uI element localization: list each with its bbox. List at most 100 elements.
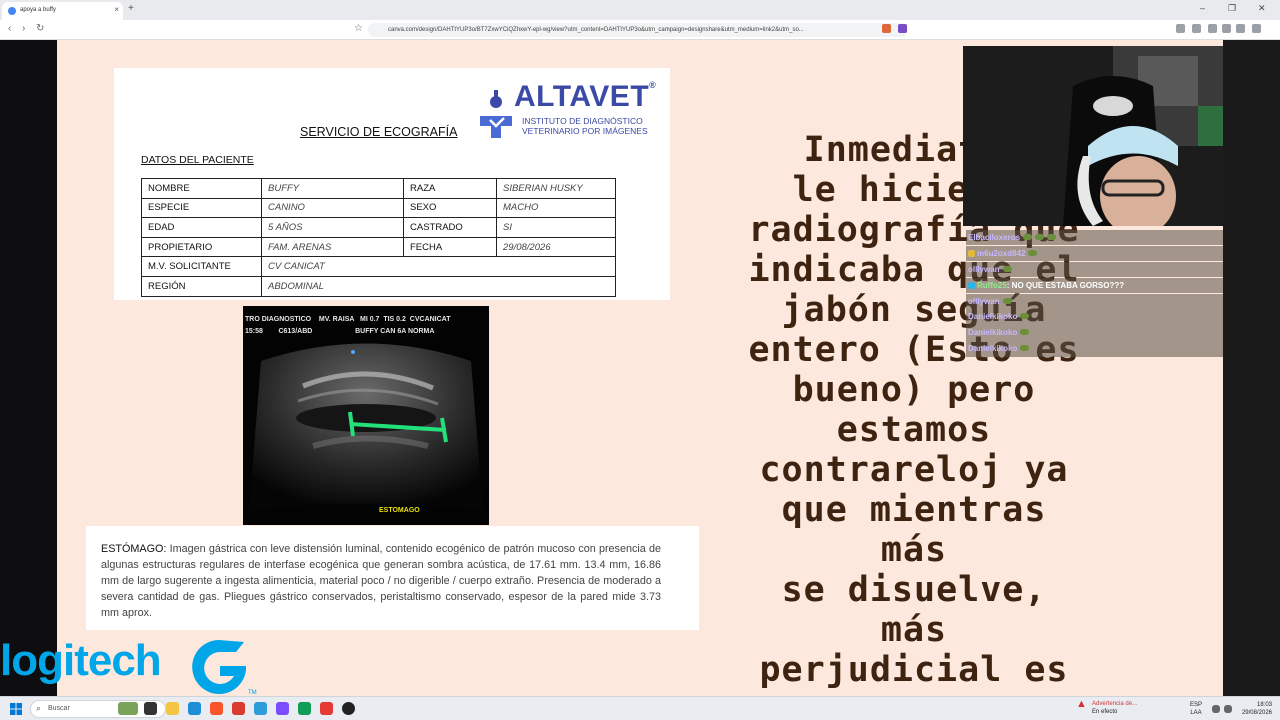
windows-start-icon[interactable] [10,703,22,715]
webcam-overlay [963,46,1223,226]
search-icon: ⌕ [36,703,42,713]
badge-icon [968,281,975,289]
chat-username: Danielkikoko [968,312,1018,322]
bookmark-icon[interactable]: ☆ [354,23,363,34]
table-row: NOMBRE BUFFY RAZA SIBERIAN HUSKY [141,178,616,199]
table-row: PROPIETARIO FAM. ARENAS FECHA 29/08/2026 [141,236,616,258]
description-heading: ESTÓMAGO: [101,543,167,555]
tab-apoya-a-buffy[interactable]: apoya a buffy × [2,2,123,20]
logo-subtitle: INSTITUTO DE DIAGNÓSTICO VETERINARIO POR… [522,116,648,136]
search-highlight-icon[interactable] [118,702,138,715]
big-text-line: contrareloj ya [759,450,1069,490]
ultrasound-organ-label: ESTOMAGO [379,507,420,514]
security-warning[interactable]: ▲ Advertencia de... En efecto [1076,698,1137,716]
new-tab-button[interactable]: + [128,3,134,14]
chat-message: Danielkikoko [966,341,1223,357]
chat-username: Danielkikoko [968,344,1018,354]
cell-value: FAM. ARENAS [261,236,404,258]
big-text-line: bueno) pero [792,370,1036,410]
browser-tab-bar: apoya a buffy × + – ❐ ✕ [0,0,1280,20]
emote-icon [1023,234,1033,240]
system-clock[interactable]: 18:03 29/08/2026 [1236,701,1272,717]
cell-value: CV CANICAT [261,256,616,277]
terminal-icon[interactable] [188,702,201,715]
maximize-button[interactable]: ❐ [1228,3,1236,14]
emote-icon [1020,329,1030,336]
table-row: ESPECIE CANINO SEXO MACHO [141,197,616,219]
brave-rewards-icon[interactable] [898,24,907,33]
back-icon[interactable]: ‹ [8,23,11,34]
cell-label: SEXO [403,197,497,219]
cell-value: BUFFY [261,178,404,199]
logitech-g-icon [192,640,246,694]
chat-username: m6u2oxd842 [977,248,1026,258]
patient-section-heading: DATOS DEL PACIENTE [141,154,254,166]
emote-icon [1020,345,1030,352]
emote-icon [1047,234,1057,240]
ultrasound-scan-graphic [249,343,483,511]
chat-username: Ruffo25 [977,280,1007,290]
emote-icon [1035,234,1045,240]
big-text-line: se disuelve, más [781,570,1047,650]
chat-message: m6u2oxd842 [966,245,1223,262]
cell-label: M.V. SOLICITANTE [141,256,262,277]
cell-label: ESPECIE [141,197,262,219]
app-icon[interactable] [232,702,245,715]
wifi-icon[interactable] [1212,705,1220,713]
cell-label: RAZA [403,178,497,199]
edge-icon[interactable] [298,702,311,715]
chat-username: Danielkikoko [968,328,1018,338]
logitech-logo: logitech [0,636,162,685]
big-text-line: perjudicial es [759,650,1069,690]
emote-icon [1002,297,1012,304]
forward-icon[interactable]: › [22,23,25,34]
extensions-icon[interactable] [1236,24,1245,33]
calculator-icon[interactable] [254,702,267,715]
stomach-description: ESTÓMAGO: Imagen gástrica con leve diste… [86,526,699,630]
table-row: EDAD 5 AÑOS CASTRADO SI [141,217,616,238]
downloads-icon[interactable] [1176,24,1185,33]
obs-icon[interactable] [276,702,289,715]
cell-label: NOMBRE [141,178,262,199]
warning-icon: ▲ [1076,698,1087,710]
big-text-line: que mientras más [781,490,1047,570]
address-bar-row: ‹ › ↻ ☆ canva.com/design/DAHTtYUP3o/BT7Z… [0,20,1280,40]
cell-label: FECHA [403,236,497,258]
tab-favicon-icon [8,7,16,15]
altavet-logo-icon [480,90,512,138]
chat-message: Danielkikoko [966,325,1223,341]
wallet-icon[interactable] [1222,24,1231,33]
table-row: REGIÓN ABDOMINAL [141,275,616,297]
close-window-button[interactable]: ✕ [1258,3,1266,14]
patient-table: NOMBRE BUFFY RAZA SIBERIAN HUSKY ESPECIE… [141,178,616,297]
cell-value: 29/08/2026 [496,236,616,258]
streamer-webcam-image [963,46,1223,226]
github-icon[interactable] [342,702,355,715]
ultrasound-report: ALTAVET® INSTITUTO DE DIAGNÓSTICO VETERI… [114,68,670,300]
tab-close-icon[interactable]: × [114,5,119,14]
music-icon[interactable] [1192,24,1201,33]
brave-icon[interactable] [210,702,223,715]
brave-shield-icon[interactable] [882,24,891,33]
description-text: Imagen gástrica con leve distensión lumi… [101,543,661,619]
chat-message: Danielkikoko [966,309,1223,325]
chrome-icon[interactable] [320,702,333,715]
url-input[interactable]: canva.com/design/DAHTtYUP3o/BT7ZxwYCiQZh… [368,23,908,37]
stream-chat: Elbaciloxeros m6u2oxd842 olllywan Ruffo2… [966,230,1223,357]
reload-icon[interactable]: ↻ [36,23,44,34]
file-explorer-icon[interactable] [166,702,179,715]
language-indicator[interactable]: ESP LAA [1190,701,1202,717]
menu-icon[interactable] [1252,24,1261,33]
minimize-button[interactable]: – [1200,3,1205,13]
task-view-icon[interactable] [144,702,157,715]
logo-name: ALTAVET® [514,80,657,113]
cell-value: 5 AÑOS [261,217,404,238]
emote-icon [1020,313,1030,320]
cell-value: SI [496,217,616,238]
emote-icon [1002,265,1012,272]
chat-username: olllywan [968,296,1000,306]
sidebar-icon[interactable] [1208,24,1217,33]
chat-message: olllywan [966,261,1223,278]
volume-icon[interactable] [1224,705,1232,713]
chat-message: olllywan [966,293,1223,309]
